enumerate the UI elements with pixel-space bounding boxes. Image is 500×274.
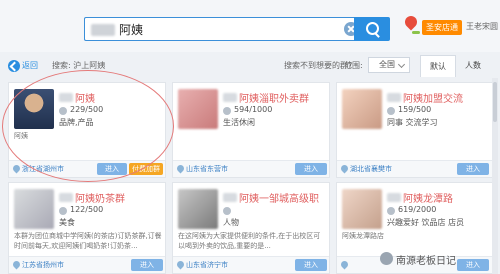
not-found-hint[interactable]: 搜索不到想要的群? — [284, 60, 352, 71]
location-pin-icon — [13, 261, 20, 270]
member-count: 159/500 — [398, 105, 432, 114]
range-select[interactable]: 全国 — [368, 57, 410, 73]
back-icon[interactable] — [8, 60, 20, 72]
card-footer: 山东省东营市 进入 — [173, 160, 329, 177]
card-footer: 山东省济宁市 进入 — [173, 256, 329, 273]
member-count: 619/2000 — [398, 205, 437, 214]
watermark-logo-icon — [380, 252, 393, 265]
group-card[interactable]: 阿姨加盟交流 159/500 同事 交流学习 湖北省襄樊市 进入 — [336, 82, 494, 178]
search-query[interactable]: 阿姨 — [119, 21, 143, 38]
search-button[interactable] — [354, 17, 390, 41]
group-location: 江苏省扬州市 — [22, 261, 64, 269]
card-footer: 湖北省襄樊市 进入 — [337, 160, 493, 177]
members-icon — [223, 207, 231, 215]
card-footer: 江苏省扬州市 进入 — [9, 256, 165, 273]
member-count: 122/500 — [70, 205, 104, 214]
enter-button[interactable]: 进入 — [131, 259, 163, 271]
group-avatar — [342, 89, 382, 129]
highlight-circle — [2, 70, 174, 182]
group-location: 山东省济宁市 — [186, 261, 228, 269]
group-name[interactable]: 阿姨淄职外卖群 — [239, 90, 309, 105]
watermark: 南源老板日记 — [396, 256, 456, 267]
back-link[interactable]: 返回 — [22, 60, 38, 71]
location-pin-icon — [341, 261, 348, 270]
location-pin-icon — [341, 165, 348, 174]
group-name[interactable]: 阿姨加盟交流 — [403, 90, 463, 105]
name-blur — [223, 93, 237, 102]
location-pin-icon — [13, 165, 20, 174]
group-desc: 阿姨龙潭路店 — [342, 232, 384, 240]
enter-button[interactable]: 进入 — [295, 163, 327, 175]
location-pin-icon — [177, 261, 184, 270]
range-label: 范围: — [344, 61, 363, 70]
member-count: 594/1000 — [234, 105, 273, 114]
enter-button[interactable]: 进入 — [457, 259, 489, 271]
group-tag: 同事 交流学习 — [387, 118, 438, 127]
user-name[interactable]: 王老宋圆 — [466, 21, 498, 32]
group-tag: 生活休闲 — [223, 118, 255, 127]
group-name[interactable]: 阿姨一邹城高级职 — [239, 190, 319, 205]
tab-default[interactable]: 默认 — [420, 55, 456, 77]
group-avatar — [342, 189, 382, 229]
group-tag: 兴趣爱好 饮品店 店员 — [387, 218, 465, 227]
location-pin-icon — [177, 165, 184, 174]
search-query-blur — [91, 24, 115, 36]
members-icon — [387, 207, 395, 215]
group-avatar — [14, 189, 54, 229]
group-avatar — [178, 189, 218, 229]
group-name[interactable]: 阿姨龙潭路 — [403, 190, 453, 205]
enter-button[interactable]: 进入 — [295, 259, 327, 271]
members-icon — [59, 207, 67, 215]
group-name[interactable]: 阿姨奶茶群 — [75, 190, 125, 205]
group-desc: 在这阿姨为大家提供便利的条件,在于出校区可以喝到外卖的饮品,重要的是... — [178, 232, 321, 250]
name-blur — [387, 93, 401, 102]
name-blur — [59, 193, 73, 202]
location-icon[interactable] — [404, 16, 420, 34]
group-desc: 本群为团位商城中学阿姨(的茶店)订奶茶群,订餐时间前每天,欢迎阿姨们喝奶茶!订奶… — [14, 232, 162, 250]
search-input[interactable]: 阿姨 — [84, 17, 358, 41]
group-avatar — [178, 89, 218, 129]
group-location: 山东省东营市 — [186, 165, 228, 173]
scrollbar[interactable] — [492, 78, 498, 274]
group-tag: 人物 — [223, 218, 239, 227]
group-card[interactable]: 阿姨奶茶群 122/500 美食 本群为团位商城中学阿姨(的茶店)订奶茶群,订餐… — [8, 182, 166, 274]
name-blur — [223, 193, 237, 202]
top-bar: 阿姨 圣安店通 王老宋圆 — [0, 0, 500, 52]
members-icon — [387, 107, 395, 115]
group-card[interactable]: 阿姨一邹城高级职 人物 在这阿姨为大家提供便利的条件,在于出校区可以喝到外卖的饮… — [172, 182, 330, 274]
group-location: 湖北省襄樊市 — [350, 165, 392, 173]
tab-members[interactable]: 人数 — [456, 55, 490, 77]
group-tag: 美食 — [59, 218, 75, 227]
group-card[interactable]: 阿姨淄职外卖群 594/1000 生活休闲 山东省东营市 进入 — [172, 82, 330, 178]
name-blur — [387, 193, 401, 202]
members-icon — [223, 107, 231, 115]
vip-badge[interactable]: 圣安店通 — [422, 20, 462, 35]
enter-button[interactable]: 进入 — [457, 163, 489, 175]
